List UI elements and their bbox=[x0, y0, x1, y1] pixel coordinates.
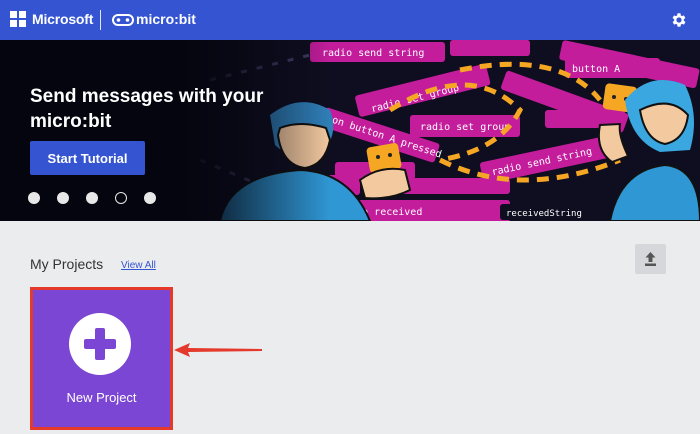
product-name[interactable]: micro:bit bbox=[136, 11, 196, 27]
import-button[interactable] bbox=[635, 244, 666, 274]
my-projects-heading: My Projects bbox=[30, 256, 104, 272]
microbit-logo-icon bbox=[112, 14, 134, 26]
gear-icon[interactable] bbox=[670, 11, 688, 29]
carousel-dot[interactable] bbox=[28, 192, 40, 204]
carousel-dot[interactable] bbox=[57, 192, 69, 204]
hero-block-text: radio send string bbox=[322, 48, 424, 59]
svg-text:receivedString: receivedString bbox=[506, 209, 582, 219]
carousel-dot[interactable] bbox=[144, 192, 156, 204]
svg-text:radio set group: radio set group bbox=[420, 122, 510, 133]
carousel-dot-active[interactable] bbox=[115, 192, 127, 204]
upload-icon bbox=[645, 252, 656, 266]
header-divider bbox=[100, 10, 101, 30]
brand-name: Microsoft bbox=[32, 11, 94, 27]
hero-banner: radio send string radio set group on but… bbox=[0, 40, 700, 221]
new-project-card[interactable]: New Project bbox=[33, 290, 170, 427]
svg-text:button A: button A bbox=[572, 64, 620, 75]
microsoft-logo-icon bbox=[10, 11, 26, 27]
start-tutorial-button[interactable]: Start Tutorial bbox=[30, 141, 145, 175]
view-all-link[interactable]: View All bbox=[121, 260, 156, 271]
plus-icon bbox=[69, 313, 131, 375]
new-project-label: New Project bbox=[66, 390, 137, 405]
pointer-arrow-icon bbox=[174, 343, 262, 357]
top-bar: Microsoft micro:bit bbox=[0, 0, 700, 40]
carousel-dot[interactable] bbox=[86, 192, 98, 204]
hero-title: Send messages with your micro:bit bbox=[30, 86, 264, 132]
